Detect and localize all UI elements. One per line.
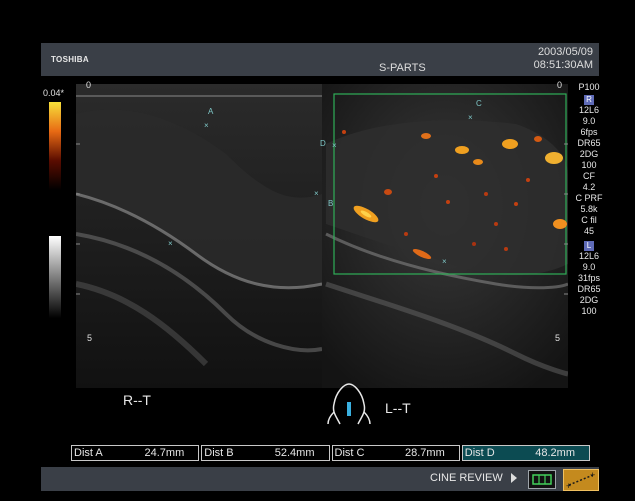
datetime: 2003/05/09 08:51:30AM <box>534 46 593 72</box>
measurement-key: Dist B <box>204 447 234 459</box>
grayscale-bar <box>49 236 61 318</box>
lower-dr: DR65 <box>577 284 601 294</box>
marker-d-cursor: × <box>332 141 337 150</box>
depth-five-right: 5 <box>555 333 561 343</box>
label-left-thyroid: L--T <box>385 400 411 416</box>
measurement-dist-d[interactable]: Dist D 48.2mm <box>461 445 590 461</box>
cprf-label: C PRF <box>575 193 603 203</box>
marker-d-label: D <box>320 139 326 148</box>
marker-d-cursor-2: × <box>442 257 447 266</box>
marker-b-label: B <box>328 199 333 208</box>
marker-b-cursor: × <box>314 189 319 198</box>
ultrasound-screen: TOSHIBA S-PARTS 2003/05/09 08:51:30AM A … <box>0 0 635 501</box>
cf-label: CF <box>583 171 595 181</box>
lower-freq: 9.0 <box>582 262 596 272</box>
marker-c-cursor: × <box>468 113 473 122</box>
upper-dr: DR65 <box>577 138 601 148</box>
date-label: 2003/05/09 <box>537 46 593 58</box>
measurement-dist-b[interactable]: Dist B 52.4mm <box>201 445 330 461</box>
cfil-label: C fil <box>581 215 597 225</box>
lower-fps: 31fps <box>577 273 601 283</box>
brand-logo: TOSHIBA <box>51 55 89 64</box>
upper-gain: 100 <box>581 160 597 170</box>
depth-zero-left: 0 <box>86 80 92 90</box>
marker-a-cursor: × <box>204 121 209 130</box>
body-mark-neck-icon <box>326 378 372 426</box>
lower-gain: 100 <box>581 306 597 316</box>
ultrasound-image[interactable]: A × × B × C × D × × <box>76 84 568 388</box>
ultrasound-canvas: A × × B × C × D × × <box>76 84 568 388</box>
measurement-value: 28.7mm <box>405 447 445 459</box>
power-value: P100 <box>578 82 600 92</box>
measurement-bar: Dist A 24.7mm Dist B 52.4mm Dist C 28.7m… <box>71 445 592 461</box>
cprf-value: 5.8k <box>580 204 598 214</box>
parameter-panel: P100 R 12L6 9.0 6fps DR65 2DG 100 CF 4.2… <box>572 82 606 317</box>
marker-a-cursor-2: × <box>168 239 173 248</box>
header-bar: TOSHIBA S-PARTS 2003/05/09 08:51:30AM <box>41 43 599 76</box>
cine-frames-button[interactable] <box>528 470 556 489</box>
depth-five-left: 5 <box>87 333 93 343</box>
measurement-value: 24.7mm <box>144 447 185 459</box>
svg-text:+: + <box>590 470 595 480</box>
label-right-thyroid: R--T <box>123 392 151 408</box>
marker-a-label: A <box>208 107 214 116</box>
upper-mode: 2DG <box>579 149 599 159</box>
upper-probe: 12L6 <box>578 105 600 115</box>
measurement-dist-a[interactable]: Dist A 24.7mm <box>71 445 200 461</box>
time-label: 08:51:30AM <box>533 59 593 71</box>
color-velocity-bar <box>49 102 61 190</box>
lower-image-badge[interactable]: L <box>584 241 594 251</box>
lower-probe: 12L6 <box>578 251 600 261</box>
caliper-icon: + + <box>566 470 595 491</box>
lower-mode: 2DG <box>579 295 599 305</box>
svg-text:+: + <box>566 481 571 490</box>
upper-image-badge[interactable]: R <box>584 95 594 105</box>
cfil-value: 45 <box>583 226 594 236</box>
upper-freq: 9.0 <box>582 116 596 126</box>
depth-zero-right: 0 <box>557 80 563 90</box>
cine-review-label: CINE REVIEW <box>430 472 503 484</box>
measurement-dist-c[interactable]: Dist C 28.7mm <box>331 445 460 461</box>
color-scale-top: 0.04* <box>43 88 65 98</box>
measurement-key: Dist C <box>334 447 365 459</box>
footer-bar: CINE REVIEW + + <box>41 467 599 491</box>
upper-fps: 6fps <box>580 127 598 137</box>
measurement-key: Dist A <box>74 447 103 459</box>
measurement-value: 52.4mm <box>274 447 315 459</box>
measurement-key: Dist D <box>464 447 495 459</box>
film-strip-icon <box>532 474 552 485</box>
marker-c-label: C <box>476 99 482 108</box>
measure-tool-button[interactable]: + + <box>563 469 599 491</box>
cf-value: 4.2 <box>582 182 596 192</box>
preset-label: S-PARTS <box>379 62 426 74</box>
play-icon[interactable] <box>511 473 517 483</box>
measurement-value: 48.2mm <box>535 447 575 459</box>
